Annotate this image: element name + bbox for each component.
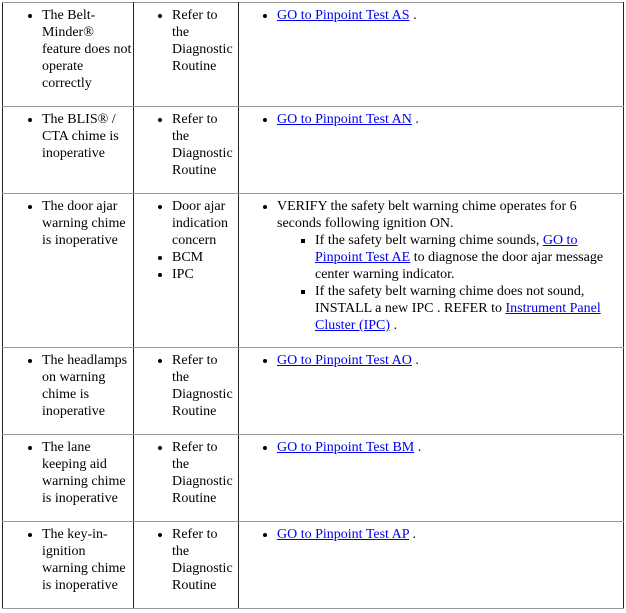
action-item: GO to Pinpoint Test AN . — [277, 111, 615, 128]
action-text: . — [411, 112, 419, 127]
cause-item: IPC — [172, 266, 238, 283]
table-row: The BLIS® / CTA chime is inoperative Ref… — [2, 106, 624, 194]
pinpoint-test-link[interactable]: GO to Pinpoint Test AN — [277, 112, 412, 127]
action-cell: GO to Pinpoint Test AP . — [238, 521, 624, 609]
table-row: The lane keeping aid warning chime is in… — [2, 434, 624, 522]
action-text: . — [411, 353, 419, 368]
cause-cell: Refer to the Diagnostic Routine — [133, 521, 239, 609]
symptom-cell: The headlamps on warning chime is inoper… — [2, 347, 134, 435]
pinpoint-test-link[interactable]: GO to Pinpoint Test AO — [277, 353, 412, 368]
symptom-cell: The lane keeping aid warning chime is in… — [2, 434, 134, 522]
symptom-cell: The door ajar warning chime is inoperati… — [2, 193, 134, 348]
cause-item: Refer to the Diagnostic Routine — [172, 7, 238, 75]
pinpoint-test-link[interactable]: GO to Pinpoint Test AS — [277, 8, 410, 23]
symptom-text: The lane keeping aid warning chime is in… — [42, 439, 133, 507]
symptom-chart-table: The Belt-Minder® feature does not operat… — [2, 2, 624, 609]
action-text: VERIFY the safety belt warning chime ope… — [277, 199, 577, 231]
symptom-text: The Belt-Minder® feature does not operat… — [42, 7, 133, 92]
action-item: GO to Pinpoint Test BM . — [277, 439, 615, 456]
action-item: GO to Pinpoint Test AS . — [277, 7, 615, 24]
cause-cell: Refer to the Diagnostic Routine — [133, 2, 239, 107]
symptom-text: The door ajar warning chime is inoperati… — [42, 198, 133, 249]
action-cell: GO to Pinpoint Test BM . — [238, 434, 624, 522]
pinpoint-test-link[interactable]: GO to Pinpoint Test AP — [277, 527, 409, 542]
cause-item: Refer to the Diagnostic Routine — [172, 111, 238, 179]
symptom-text: The key-in-ignition warning chime is ino… — [42, 526, 133, 594]
cause-item: Refer to the Diagnostic Routine — [172, 352, 238, 420]
cause-item: BCM — [172, 249, 238, 266]
action-item: GO to Pinpoint Test AP . — [277, 526, 615, 543]
action-text: . — [390, 318, 398, 333]
cause-cell: Refer to the Diagnostic Routine — [133, 434, 239, 522]
action-cell: GO to Pinpoint Test AN . — [238, 106, 624, 194]
table-row: The Belt-Minder® feature does not operat… — [2, 2, 624, 107]
cause-cell: Door ajar indication concernBCMIPC — [133, 193, 239, 348]
table-row: The headlamps on warning chime is inoper… — [2, 347, 624, 435]
table-row: The door ajar warning chime is inoperati… — [2, 193, 624, 348]
sub-action-item: If the safety belt warning chime sounds,… — [315, 232, 607, 283]
symptom-cell: The BLIS® / CTA chime is inoperative — [2, 106, 134, 194]
symptom-text: The BLIS® / CTA chime is inoperative — [42, 111, 133, 162]
action-text: . — [409, 527, 417, 542]
action-text: . — [409, 8, 417, 23]
sub-action-item: If the safety belt warning chime does no… — [315, 283, 607, 334]
action-item: VERIFY the safety belt warning chime ope… — [277, 198, 615, 334]
action-cell: GO to Pinpoint Test AS . — [238, 2, 624, 107]
action-item: GO to Pinpoint Test AO . — [277, 352, 615, 369]
cause-item: Refer to the Diagnostic Routine — [172, 526, 238, 594]
action-cell: VERIFY the safety belt warning chime ope… — [238, 193, 624, 348]
cause-cell: Refer to the Diagnostic Routine — [133, 106, 239, 194]
symptom-cell: The Belt-Minder® feature does not operat… — [2, 2, 134, 107]
cause-item: Door ajar indication concern — [172, 198, 238, 249]
table-row: The key-in-ignition warning chime is ino… — [2, 521, 624, 609]
symptom-text: The headlamps on warning chime is inoper… — [42, 352, 133, 420]
pinpoint-test-link[interactable]: GO to Pinpoint Test BM — [277, 440, 414, 455]
symptom-cell: The key-in-ignition warning chime is ino… — [2, 521, 134, 609]
action-text: . — [414, 440, 422, 455]
cause-cell: Refer to the Diagnostic Routine — [133, 347, 239, 435]
action-cell: GO to Pinpoint Test AO . — [238, 347, 624, 435]
action-text: If the safety belt warning chime sounds, — [315, 233, 543, 248]
cause-item: Refer to the Diagnostic Routine — [172, 439, 238, 507]
